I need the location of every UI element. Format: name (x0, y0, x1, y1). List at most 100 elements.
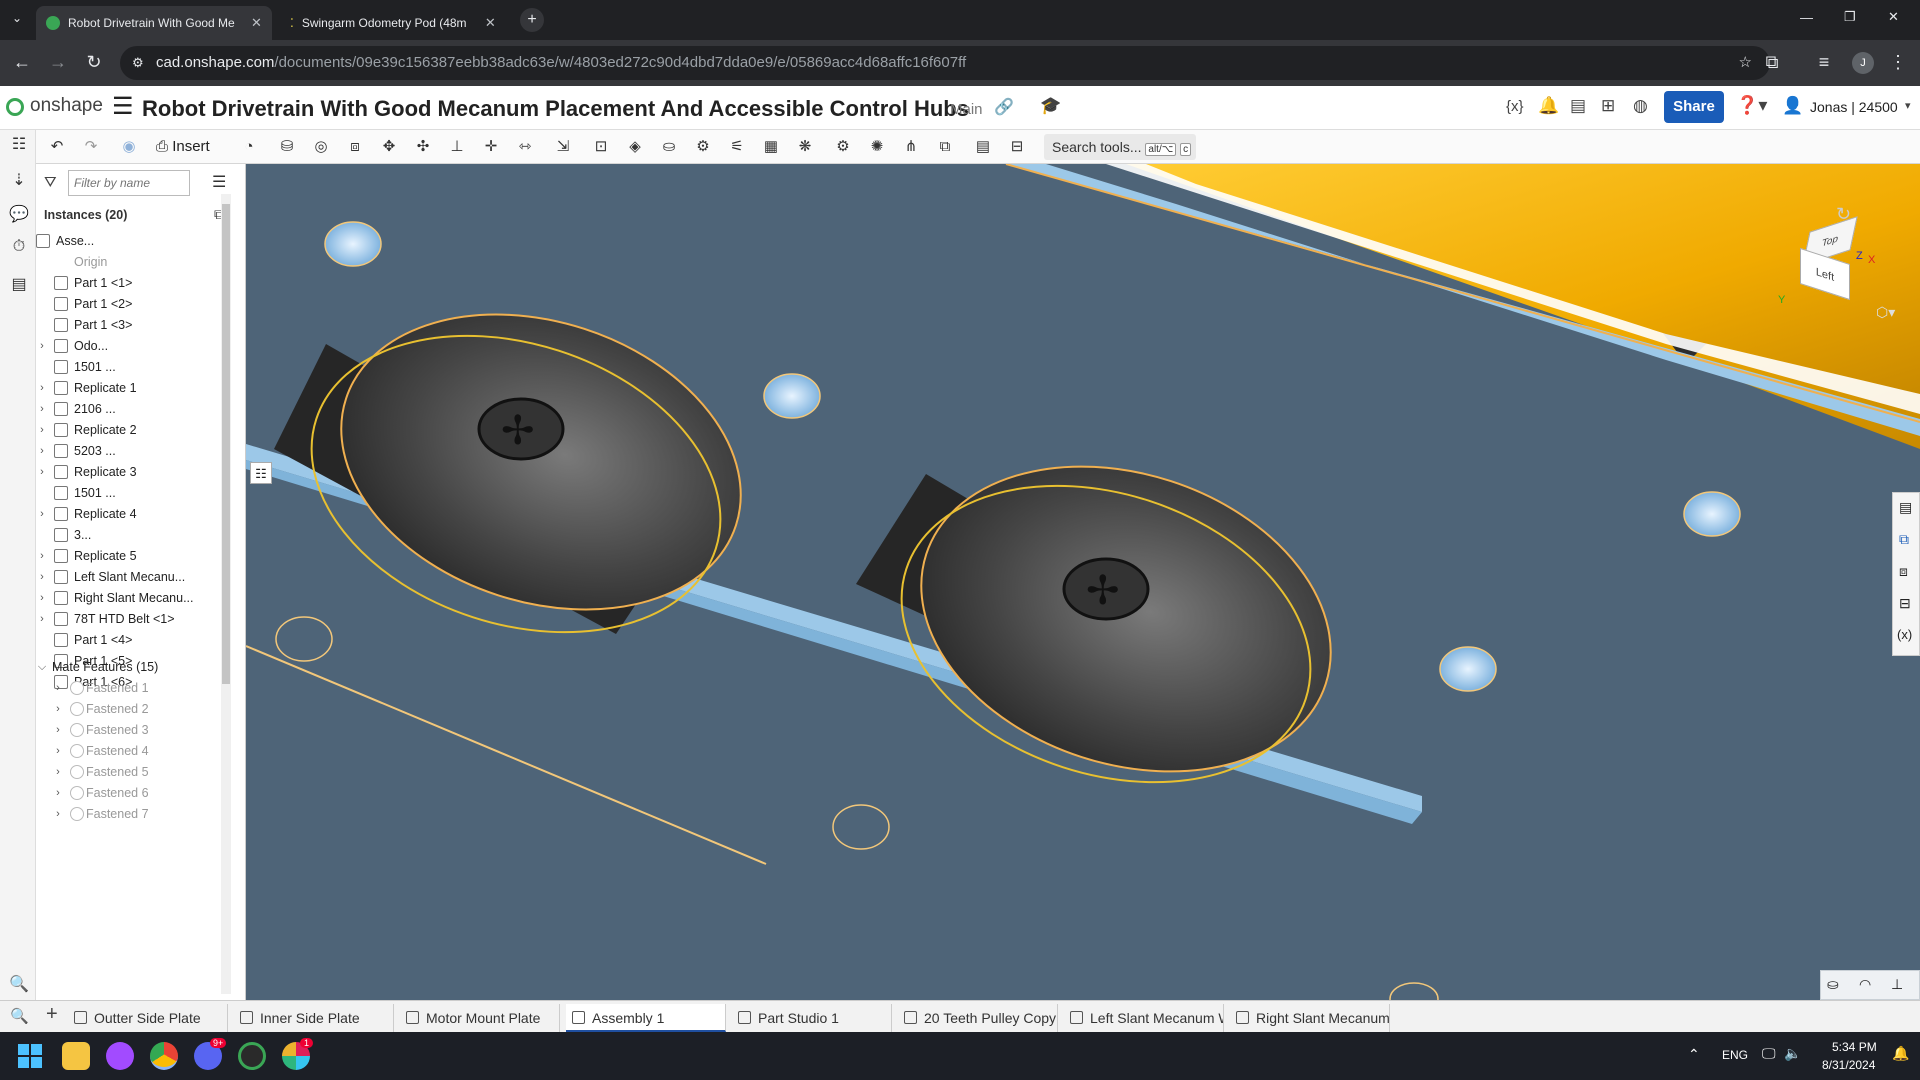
tab-search-icon[interactable]: ⌄ (12, 11, 22, 25)
notifications-icon[interactable]: 🔔 (1538, 96, 1559, 116)
messenger-icon[interactable] (106, 1042, 134, 1070)
share-button[interactable]: Share (1664, 91, 1724, 123)
document-tab[interactable]: Inner Side Plate (234, 1004, 394, 1032)
mate-connector-icon[interactable]: ⊡ (590, 136, 612, 158)
clock-time[interactable]: 5:34 PM (1832, 1040, 1877, 1054)
extensions-icon[interactable]: ⧉ (1760, 52, 1784, 73)
notification-bell-icon[interactable]: 🔔 (1892, 1045, 1909, 1062)
profile-avatar[interactable]: J (1852, 52, 1874, 74)
site-info-icon[interactable]: ⚙ (132, 46, 144, 80)
undo-icon[interactable]: ↶ (46, 136, 68, 158)
variables-table-icon[interactable]: (x) (1897, 627, 1912, 642)
revolute-mate-icon[interactable]: ◎ (310, 136, 332, 158)
insert-part-icon[interactable]: ⇣ (8, 170, 30, 192)
document-title[interactable]: Robot Drivetrain With Good Mecanum Place… (142, 96, 969, 122)
bom-icon[interactable]: ⧈ (1899, 563, 1908, 580)
list-view-icon[interactable]: ☰ (212, 172, 226, 192)
fastened-mate-icon[interactable]: ⛁ (276, 136, 298, 158)
rotate-arrow-icon[interactable]: ↻ (1836, 204, 1851, 225)
chevron-right-icon[interactable]: › (52, 801, 64, 827)
cylindrical-mate-icon[interactable]: ✣ (412, 136, 434, 158)
properties-icon[interactable]: ▤ (8, 274, 30, 296)
chrome-icon[interactable] (150, 1042, 178, 1070)
parallel-mate-icon[interactable]: ⇿ (514, 136, 536, 158)
tangent-mate-icon[interactable]: ⇲ (552, 136, 574, 158)
browser-menu-icon[interactable]: ⋮ (1886, 52, 1910, 73)
window-close-icon[interactable]: ✕ (1888, 9, 1899, 25)
circular-pattern-icon[interactable]: ❋ (794, 136, 816, 158)
planar-mate-icon[interactable]: ✥ (378, 136, 400, 158)
insert-button[interactable]: ⎙ Insert (156, 135, 210, 159)
search-icon[interactable]: 🔍 (8, 974, 30, 996)
scrollbar-thumb[interactable] (222, 204, 230, 684)
branch-label[interactable]: Main (950, 101, 983, 118)
clock-date[interactable]: 8/31/2024 (1822, 1058, 1875, 1072)
history-icon[interactable]: ◔ (238, 136, 260, 158)
ball-mate-icon[interactable]: ✛ (480, 136, 502, 158)
panel-scrollbar[interactable] (221, 194, 231, 994)
search-tools-input[interactable]: Search tools... alt/⌥ c (1044, 134, 1196, 160)
instances-header[interactable]: Instances (20) (44, 208, 127, 222)
named-views-icon[interactable]: ⊟ (1899, 595, 1911, 612)
section-view-icon[interactable]: ⊟ (1006, 136, 1028, 158)
onshape-logo-text[interactable]: onshape (30, 95, 103, 117)
user-menu[interactable]: Jonas | 24500 (1810, 99, 1898, 115)
document-tab[interactable]: Outter Side Plate (68, 1004, 228, 1032)
windows-start-icon[interactable] (18, 1044, 42, 1068)
variables-icon[interactable]: {x} (1506, 98, 1524, 115)
document-tab[interactable]: Right Slant Mecanum ... (1230, 1004, 1390, 1032)
simulation-icon[interactable]: ✺ (866, 136, 888, 158)
add-tab-button[interactable]: + (46, 1003, 58, 1026)
media-icon[interactable]: ≡ (1812, 52, 1836, 73)
browser-tab-active[interactable]: Robot Drivetrain With Good Me ✕ (36, 6, 272, 40)
release-icon[interactable]: ▤ (1570, 96, 1586, 116)
help-icon[interactable]: ❓▾ (1736, 95, 1767, 116)
redo-icon[interactable]: ↷ (80, 136, 102, 158)
view-cube-menu-icon[interactable]: ⬡▾ (1876, 304, 1895, 321)
reload-icon[interactable]: ↻ (82, 52, 106, 73)
explode-icon[interactable]: ⋔ (900, 136, 922, 158)
parts-icon[interactable]: ⧉ (1899, 531, 1909, 548)
replicate-icon[interactable]: ⧉ (934, 136, 956, 158)
onshape-app-icon[interactable] (238, 1042, 266, 1070)
graphics-viewport[interactable]: ✢ ✢ Top Left X Y Z ↻ ⬡▾ ▤ ⧉ ⧈ ⊟ (x) ☷ ⛀ … (246, 164, 1920, 1000)
network-icon[interactable]: 🖵 (1762, 1045, 1776, 1062)
user-avatar-icon[interactable]: 👤 (1782, 96, 1803, 116)
slider-mate-icon[interactable]: ⧈ (344, 136, 366, 158)
minimize-icon[interactable]: — (1800, 10, 1813, 25)
filter-input[interactable] (68, 170, 190, 196)
assembly-render[interactable]: ✢ ✢ (246, 164, 1920, 1000)
close-icon[interactable]: ✕ (485, 15, 496, 31)
mate-row[interactable]: › Fastened 7 (36, 801, 236, 827)
back-icon[interactable]: ← (10, 52, 34, 73)
measure-icon[interactable]: ▤ (972, 136, 994, 158)
feature-list-toggle-icon[interactable]: ☷ (250, 462, 272, 484)
versions-icon[interactable]: ◍ (1633, 96, 1648, 116)
relation-icon[interactable]: ⛀ (658, 136, 680, 158)
view-cube[interactable]: Top Left X Y Z ↻ ⬡▾ (1776, 204, 1896, 324)
group-icon[interactable]: ◈ (624, 136, 646, 158)
feature-list-icon[interactable]: ☷ (8, 134, 30, 156)
document-tab[interactable]: Part Studio 1 (732, 1004, 892, 1032)
close-icon[interactable]: ✕ (251, 15, 262, 31)
document-tab[interactable]: 20 Teeth Pulley Copy 1 (898, 1004, 1058, 1032)
volume-icon[interactable]: 🔈 (1784, 1045, 1801, 1062)
settings-gear-icon[interactable]: ⚙ (832, 136, 854, 158)
language-indicator[interactable]: ENG (1722, 1048, 1748, 1062)
render-mode-icon[interactable]: ⛀ (1827, 976, 1839, 993)
learning-center-icon[interactable]: 🎓 (1040, 96, 1061, 116)
tray-chevron-up-icon[interactable]: ⌃ (1688, 1046, 1700, 1063)
comments-icon[interactable]: 💬 (8, 204, 30, 226)
stopwatch-icon[interactable]: ⏱ (8, 238, 30, 260)
link-icon[interactable]: 🔗 (994, 97, 1014, 117)
browser-tab[interactable]: ⁚ Swingarm Odometry Pod (48m ✕ (280, 6, 516, 40)
restore-icon[interactable]: ❐ (1844, 9, 1856, 25)
app-store-icon[interactable]: ⊞ (1601, 96, 1615, 116)
user-chevron-down-icon[interactable]: ▾ (1905, 99, 1911, 112)
forward-icon[interactable]: → (46, 52, 70, 73)
url-omnibox[interactable]: ⚙ cad.onshape.com/documents/09e39c156387… (120, 46, 1770, 80)
perspective-icon[interactable]: ◠ (1859, 976, 1871, 993)
search-tabs-icon[interactable]: 🔍 (10, 1007, 29, 1025)
filter-icon[interactable]: ⛛ (44, 174, 57, 191)
file-explorer-icon[interactable] (62, 1042, 90, 1070)
